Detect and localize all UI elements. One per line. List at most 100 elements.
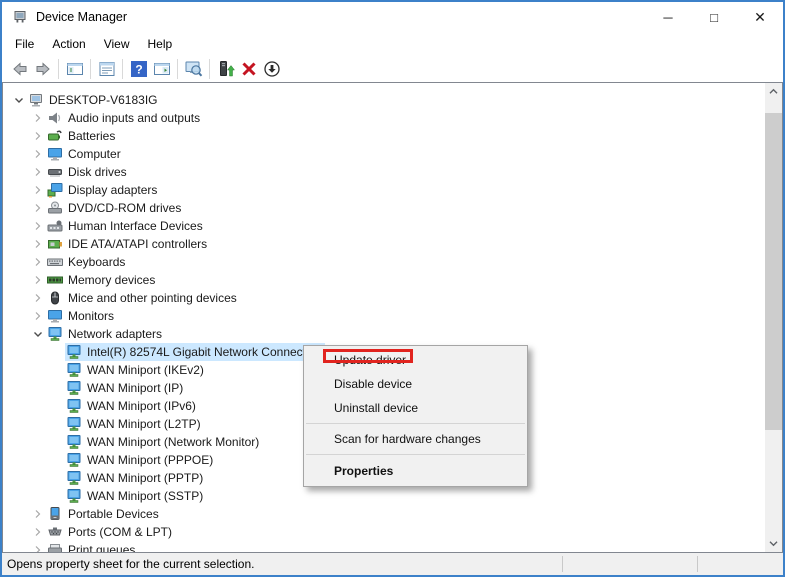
update-driver-icon bbox=[217, 60, 235, 78]
tree-item-content: Display adapters bbox=[46, 181, 160, 199]
tree-item-display-adapters[interactable]: Display adapters bbox=[3, 181, 765, 199]
tree-item-batteries[interactable]: Batteries bbox=[3, 127, 765, 145]
scroll-up-button[interactable] bbox=[765, 83, 782, 100]
disable-device-icon bbox=[263, 60, 281, 78]
context-menu-item-properties[interactable]: Properties bbox=[304, 458, 527, 484]
tree-item-dvd-cd-rom-drives[interactable]: DVD/CD-ROM drives bbox=[3, 199, 765, 217]
tree-item-label: WAN Miniport (SSTP) bbox=[87, 489, 204, 503]
computer-icon bbox=[28, 92, 44, 108]
tree-item-content: Mice and other pointing devices bbox=[46, 289, 240, 307]
tree-item-mice-and-other-pointing-devices[interactable]: Mice and other pointing devices bbox=[3, 289, 765, 307]
properties-button[interactable] bbox=[95, 58, 118, 80]
toolbar-separator bbox=[177, 59, 178, 79]
tree-item-computer[interactable]: Computer bbox=[3, 145, 765, 163]
forward-button[interactable] bbox=[31, 58, 54, 80]
chevron-collapsed-icon[interactable] bbox=[30, 506, 46, 522]
menu-help[interactable]: Help bbox=[139, 34, 182, 54]
tree-item-audio-inputs-and-outputs[interactable]: Audio inputs and outputs bbox=[3, 109, 765, 127]
chevron-down-icon bbox=[769, 541, 778, 547]
chevron-collapsed-icon[interactable] bbox=[30, 146, 46, 162]
tree-item-ports-com-lpt[interactable]: Ports (COM & LPT) bbox=[3, 523, 765, 541]
tree-item-label: Audio inputs and outputs bbox=[68, 111, 201, 125]
chevron-collapsed-icon[interactable] bbox=[30, 308, 46, 324]
uninstall-device-button[interactable] bbox=[237, 58, 260, 80]
monitor-icon bbox=[47, 308, 63, 324]
minimize-button[interactable]: ─ bbox=[645, 2, 691, 32]
scrollbar-track[interactable] bbox=[765, 100, 782, 535]
maximize-button[interactable]: □ bbox=[691, 2, 737, 32]
scrollbar-thumb[interactable] bbox=[765, 113, 782, 430]
context-menu-item-disable-device[interactable]: Disable device bbox=[304, 372, 527, 396]
tree-item-label: Portable Devices bbox=[68, 507, 159, 521]
chevron-collapsed-icon[interactable] bbox=[30, 182, 46, 198]
chevron-collapsed-icon[interactable] bbox=[30, 128, 46, 144]
chevron-collapsed-icon[interactable] bbox=[30, 542, 46, 552]
tree-item-label: WAN Miniport (IPv6) bbox=[87, 399, 196, 413]
tree-item-label: DESKTOP-V6183IG bbox=[49, 93, 158, 107]
tree-item-memory-devices[interactable]: Memory devices bbox=[3, 271, 765, 289]
scan-hardware-button[interactable] bbox=[182, 58, 205, 80]
uninstall-device-icon bbox=[240, 60, 258, 78]
tree-item-label: WAN Miniport (Network Monitor) bbox=[87, 435, 260, 449]
chevron-collapsed-icon[interactable] bbox=[30, 524, 46, 540]
tree-item-keyboards[interactable]: Keyboards bbox=[3, 253, 765, 271]
chevron-expanded-icon[interactable] bbox=[30, 326, 46, 342]
vertical-scrollbar[interactable] bbox=[765, 83, 782, 552]
chevron-expanded-icon[interactable] bbox=[11, 92, 27, 108]
tree-item-network-adapters[interactable]: Network adapters bbox=[3, 325, 765, 343]
disable-device-button[interactable] bbox=[260, 58, 283, 80]
menu-view[interactable]: View bbox=[95, 34, 139, 54]
context-menu-item-uninstall-device[interactable]: Uninstall device bbox=[304, 396, 527, 420]
chevron-collapsed-icon[interactable] bbox=[30, 254, 46, 270]
tree-item-desktop-v6183ig[interactable]: DESKTOP-V6183IG bbox=[3, 91, 765, 109]
toolbar-separator bbox=[122, 59, 123, 79]
menu-action[interactable]: Action bbox=[43, 34, 94, 54]
back-icon bbox=[11, 60, 29, 78]
context-menu-item-scan-for-hardware-changes[interactable]: Scan for hardware changes bbox=[304, 427, 527, 451]
tree-item-label: IDE ATA/ATAPI controllers bbox=[68, 237, 208, 251]
help-icon: ? bbox=[130, 60, 148, 78]
chevron-collapsed-icon[interactable] bbox=[30, 200, 46, 216]
tree-item-content: WAN Miniport (PPTP) bbox=[65, 469, 206, 487]
chevron-collapsed-icon[interactable] bbox=[30, 236, 46, 252]
tree-item-label: WAN Miniport (L2TP) bbox=[87, 417, 201, 431]
close-button[interactable]: ✕ bbox=[737, 2, 783, 32]
tree-item-label: Memory devices bbox=[68, 273, 156, 287]
tree-item-label: WAN Miniport (IP) bbox=[87, 381, 184, 395]
chevron-collapsed-icon[interactable] bbox=[30, 290, 46, 306]
tree-item-content: Keyboards bbox=[46, 253, 128, 271]
tree-item-label: Human Interface Devices bbox=[68, 219, 203, 233]
menu-file[interactable]: File bbox=[6, 34, 43, 54]
tree-item-human-interface-devices[interactable]: Human Interface Devices bbox=[3, 217, 765, 235]
scroll-down-button[interactable] bbox=[765, 535, 782, 552]
monitor-icon bbox=[47, 146, 63, 162]
toolbar-separator bbox=[209, 59, 210, 79]
tree-item-content: Intel(R) 82574L Gigabit Network Connecti… bbox=[65, 343, 326, 361]
back-button[interactable] bbox=[8, 58, 31, 80]
chevron-collapsed-icon[interactable] bbox=[30, 272, 46, 288]
tree-item-wan-miniport-sstp[interactable]: WAN Miniport (SSTP) bbox=[3, 487, 765, 505]
context-menu-item-update-driver[interactable]: Update driver bbox=[304, 348, 527, 372]
tree-item-portable-devices[interactable]: Portable Devices bbox=[3, 505, 765, 523]
console-tree-button[interactable] bbox=[63, 58, 86, 80]
menu-bar: File Action View Help bbox=[2, 32, 783, 56]
tree-item-content: WAN Miniport (PPPOE) bbox=[65, 451, 216, 469]
tree-item-content: WAN Miniport (SSTP) bbox=[65, 487, 206, 505]
chevron-collapsed-icon[interactable] bbox=[30, 218, 46, 234]
update-driver-button[interactable] bbox=[214, 58, 237, 80]
chevron-collapsed-icon[interactable] bbox=[30, 164, 46, 180]
tree-item-ide-ata-atapi-controllers[interactable]: IDE ATA/ATAPI controllers bbox=[3, 235, 765, 253]
tree-item-print-queues[interactable]: Print queues bbox=[3, 541, 765, 552]
tree-item-monitors[interactable]: Monitors bbox=[3, 307, 765, 325]
toolbar: ? bbox=[2, 56, 783, 82]
tree-item-label: Monitors bbox=[68, 309, 115, 323]
tree-item-content: WAN Miniport (Network Monitor) bbox=[65, 433, 262, 451]
action-pane-button[interactable] bbox=[150, 58, 173, 80]
chevron-collapsed-icon[interactable] bbox=[30, 110, 46, 126]
help-button[interactable]: ? bbox=[127, 58, 150, 80]
tree-item-disk-drives[interactable]: Disk drives bbox=[3, 163, 765, 181]
status-bar: Opens property sheet for the current sel… bbox=[2, 553, 783, 575]
